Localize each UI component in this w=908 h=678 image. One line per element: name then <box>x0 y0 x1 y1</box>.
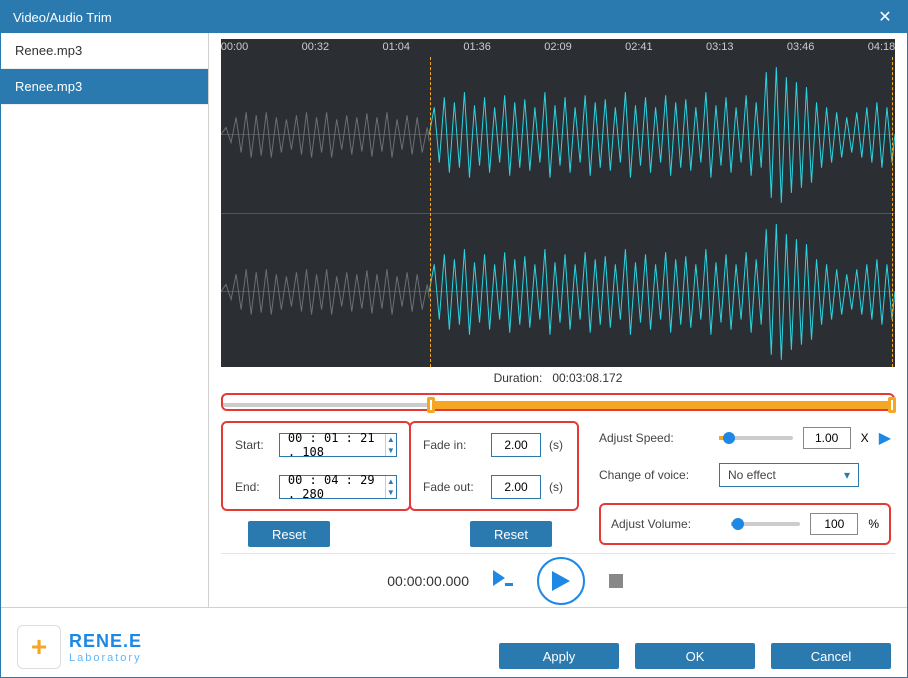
speed-label: Adjust Speed: <box>599 431 709 445</box>
voice-label: Change of voice: <box>599 468 709 482</box>
ruler-tick: 03:46 <box>787 41 815 53</box>
titlebar: Video/Audio Trim ✕ <box>1 1 907 33</box>
ruler-tick: 00:00 <box>221 41 249 53</box>
brand-name: RENE.E <box>69 631 142 652</box>
file-sidebar: Renee.mp3 Renee.mp3 <box>1 33 209 607</box>
voice-row: Change of voice: No effect ▾ <box>599 463 891 487</box>
spin-down-icon[interactable]: ▼ <box>386 445 396 456</box>
apply-button[interactable]: Apply <box>499 643 619 669</box>
waveform-right <box>221 214 895 370</box>
waveform-left <box>221 57 895 214</box>
start-time-input[interactable]: 00 : 01 : 21 . 108 ▲▼ <box>279 433 397 457</box>
duration-label: Duration: <box>494 371 543 385</box>
footer: RENE.E Laboratory Apply OK Cancel <box>1 607 907 677</box>
range-slider[interactable] <box>221 393 895 411</box>
stop-button[interactable] <box>609 574 623 588</box>
play-button[interactable] <box>537 557 585 605</box>
reset-trim-button[interactable]: Reset <box>248 521 330 547</box>
body: Renee.mp3 Renee.mp3 00:00 00:32 01:04 01… <box>1 33 907 607</box>
main-panel: 00:00 00:32 01:04 01:36 02:09 02:41 03:1… <box>209 33 907 607</box>
volume-input[interactable] <box>810 513 858 535</box>
slider-thumb[interactable] <box>732 518 744 530</box>
goto-end-icon[interactable] <box>493 570 513 591</box>
playback-bar: 00:00:00.000 <box>221 553 895 607</box>
duration-value: 00:03:08.172 <box>552 371 622 385</box>
end-time-value: 00 : 04 : 29 . 280 <box>280 473 385 501</box>
speed-unit: X <box>861 431 869 445</box>
end-time-input[interactable]: 00 : 04 : 29 . 280 ▲▼ <box>279 475 397 499</box>
sidebar-item[interactable]: Renee.mp3 <box>1 69 208 105</box>
fadein-input[interactable] <box>491 433 541 457</box>
slider-thumb[interactable] <box>723 432 735 444</box>
spin-up-icon[interactable]: ▲ <box>386 434 396 445</box>
ruler-tick: 00:32 <box>302 41 330 53</box>
ok-button[interactable]: OK <box>635 643 755 669</box>
sidebar-item[interactable]: Renee.mp3 <box>1 33 208 69</box>
speed-input[interactable] <box>803 427 851 449</box>
fade-group: Fade in: (s) Fade out: (s) <box>409 421 579 511</box>
slider-selection <box>431 401 892 409</box>
chevron-down-icon: ▾ <box>844 468 850 482</box>
time-ruler: 00:00 00:32 01:04 01:36 02:09 02:41 03:1… <box>221 39 895 57</box>
speed-slider[interactable] <box>719 436 793 440</box>
duration-line: Duration: 00:03:08.172 <box>221 367 895 389</box>
fadeout-label: Fade out: <box>423 480 483 494</box>
fadein-unit: (s) <box>549 438 563 452</box>
fadein-label: Fade in: <box>423 438 483 452</box>
start-marker[interactable] <box>430 57 431 367</box>
ruler-tick: 01:36 <box>463 41 491 53</box>
start-handle[interactable] <box>427 397 435 413</box>
start-label: Start: <box>235 438 271 452</box>
trim-group: Start: 00 : 01 : 21 . 108 ▲▼ End: 00 : 0… <box>221 421 411 511</box>
window-title: Video/Audio Trim <box>13 10 112 25</box>
ruler-tick: 02:41 <box>625 41 653 53</box>
ruler-tick: 02:09 <box>544 41 572 53</box>
volume-label: Adjust Volume: <box>611 517 721 531</box>
end-marker[interactable] <box>892 57 893 367</box>
ruler-tick: 01:04 <box>382 41 410 53</box>
cancel-button[interactable]: Cancel <box>771 643 891 669</box>
app-window: Video/Audio Trim ✕ Renee.mp3 Renee.mp3 0… <box>0 0 908 678</box>
close-icon[interactable]: ✕ <box>875 7 895 27</box>
speed-row: Adjust Speed: X ▶ <box>599 427 891 449</box>
reset-fade-button[interactable]: Reset <box>470 521 552 547</box>
ruler-tick: 04:18 <box>868 41 896 53</box>
brand-sub: Laboratory <box>69 652 142 664</box>
spin-up-icon[interactable]: ▲ <box>386 476 396 487</box>
brand-logo: RENE.E Laboratory <box>17 625 142 669</box>
volume-slider[interactable] <box>731 522 800 526</box>
end-label: End: <box>235 480 271 494</box>
waveform-area[interactable] <box>221 57 895 367</box>
fadeout-input[interactable] <box>491 475 541 499</box>
controls: Start: 00 : 01 : 21 . 108 ▲▼ End: 00 : 0… <box>221 421 895 547</box>
volume-unit: % <box>868 517 879 531</box>
preview-play-icon[interactable]: ▶ <box>879 428 891 448</box>
start-time-value: 00 : 01 : 21 . 108 <box>280 431 385 459</box>
voice-select[interactable]: No effect ▾ <box>719 463 859 487</box>
logo-icon <box>17 625 61 669</box>
spin-down-icon[interactable]: ▼ <box>386 487 396 498</box>
fadeout-unit: (s) <box>549 480 563 494</box>
volume-group: Adjust Volume: % <box>599 503 891 545</box>
ruler-tick: 03:13 <box>706 41 734 53</box>
end-handle[interactable] <box>888 397 896 413</box>
voice-value: No effect <box>728 468 776 482</box>
right-controls: Adjust Speed: X ▶ Change of voice: No ef… <box>591 421 895 547</box>
playback-time: 00:00:00.000 <box>349 573 469 589</box>
